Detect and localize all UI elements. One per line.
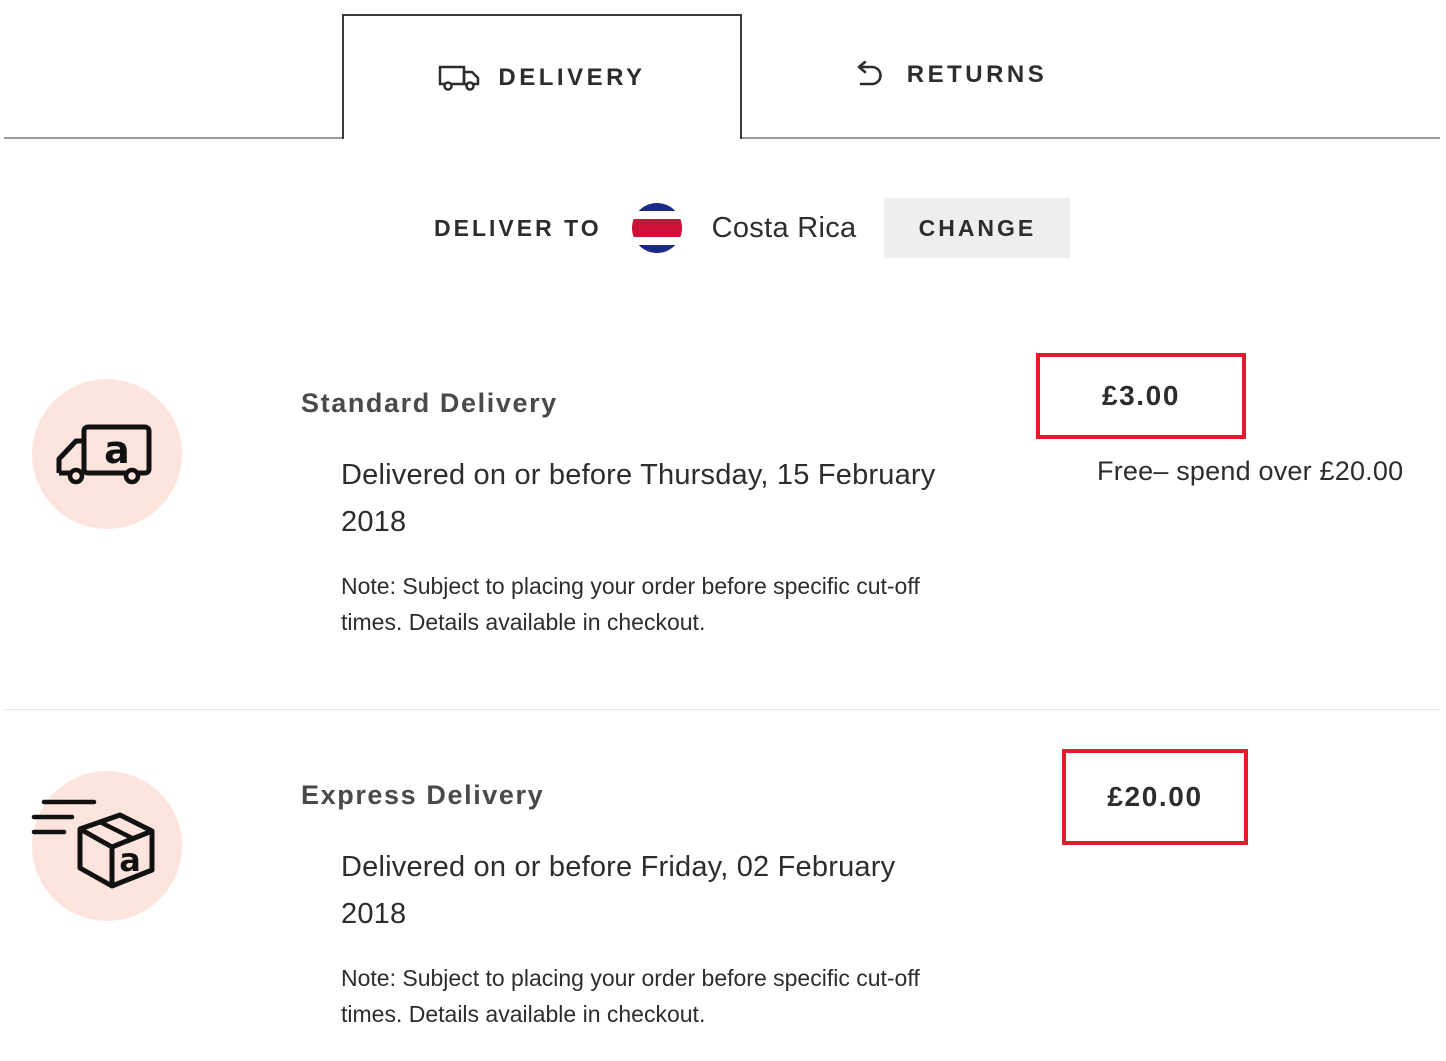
express-delivery-title: Express Delivery: [301, 780, 545, 810]
tab-delivery-label: DELIVERY: [498, 63, 646, 91]
express-delivery-note: Note: Subject to placing your order befo…: [341, 965, 920, 1027]
tab-returns[interactable]: RETURNS: [745, 14, 1155, 136]
country-name: Costa Rica: [711, 211, 857, 244]
tab-delivery[interactable]: DELIVERY: [342, 14, 742, 139]
standard-delivery-title: Standard Delivery: [301, 388, 558, 418]
tab-returns-label: RETURNS: [906, 61, 1048, 88]
delivery-truck-icon: a: [32, 379, 182, 529]
truck-icon: [438, 64, 480, 92]
express-parcel-icon: a: [31, 771, 182, 921]
costa-rica-flag-icon: [631, 203, 682, 253]
deliver-to-row: DELIVER TO Costa Rica CHANGE: [434, 198, 1071, 258]
standard-delivery-date: Delivered on or before Thursday, 15 Febr…: [341, 459, 936, 538]
express-delivery-price: £20.00: [1062, 749, 1248, 845]
svg-text:a: a: [104, 428, 130, 472]
standard-delivery-note: Note: Subject to placing your order befo…: [341, 573, 920, 635]
svg-text:a: a: [119, 841, 141, 879]
express-delivery-date: Delivered on or before Friday, 02 Februa…: [341, 851, 896, 930]
change-country-button[interactable]: CHANGE: [884, 198, 1071, 258]
options-divider: [4, 709, 1440, 710]
deliver-to-label: DELIVER TO: [434, 214, 602, 241]
free-delivery-threshold: Free– spend over £20.00: [1097, 456, 1404, 486]
standard-delivery-price: £3.00: [1036, 353, 1246, 439]
return-arrow-icon: [853, 61, 885, 89]
